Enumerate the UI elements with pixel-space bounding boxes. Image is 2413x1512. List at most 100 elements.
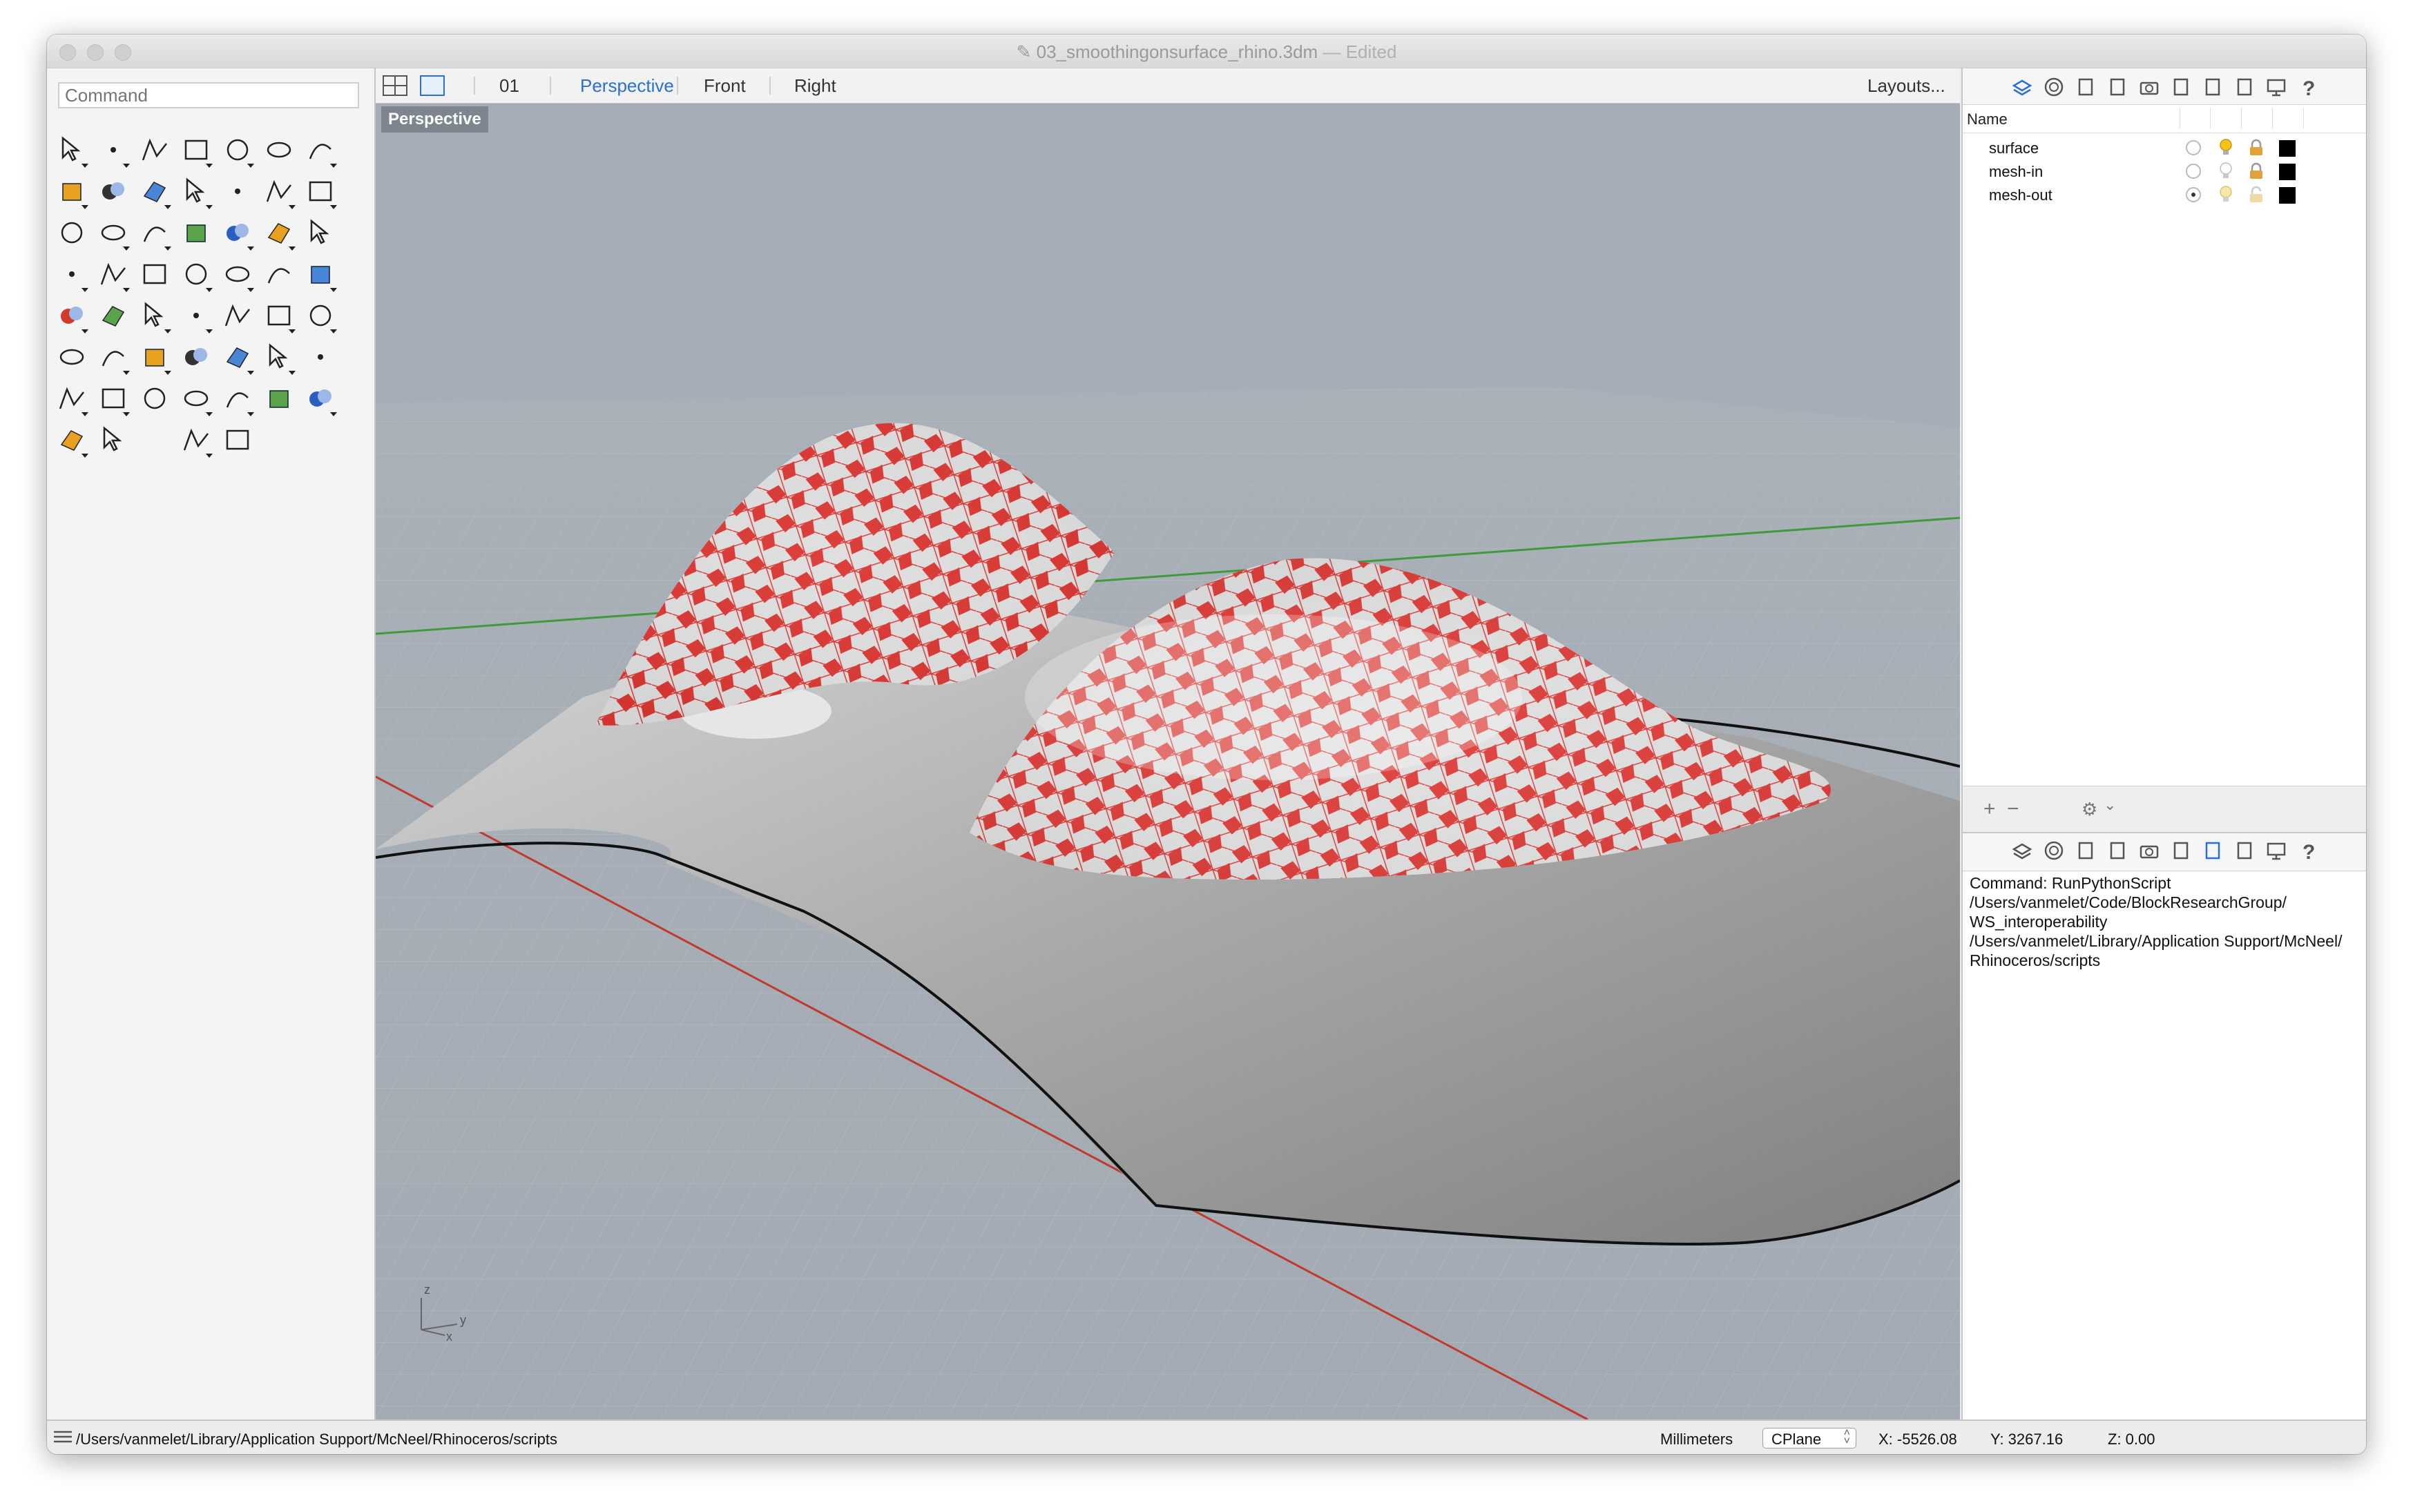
explode-tool[interactable] [134, 213, 175, 255]
mirror-tool[interactable] [300, 255, 341, 296]
fillet-tool[interactable] [134, 172, 175, 213]
material-tool[interactable] [217, 379, 258, 420]
point-cloud-tool[interactable] [51, 255, 93, 296]
layout-grid-tool[interactable] [51, 379, 93, 420]
notes-icon[interactable] [2199, 73, 2227, 101]
layer-row-mesh-out[interactable]: mesh-out [1963, 184, 2366, 207]
object-box-icon[interactable] [2104, 837, 2131, 864]
lock-tool[interactable] [175, 379, 217, 420]
arc-tool[interactable] [300, 130, 341, 172]
zoom-selected-tool[interactable] [134, 338, 175, 379]
grid-snap-tool[interactable] [93, 296, 134, 338]
tab-right[interactable]: Right [794, 75, 836, 97]
curve-offset-tool[interactable] [93, 255, 134, 296]
monitor-icon[interactable] [2262, 837, 2290, 864]
monitor-icon[interactable] [2262, 73, 2290, 101]
perspective-viewport[interactable]: Perspective z y x [376, 104, 1960, 1419]
rotate-view-tool[interactable] [258, 338, 300, 379]
analyze-tool[interactable] [217, 296, 258, 338]
color-wheel-tool[interactable] [258, 379, 300, 420]
menu-lines-icon[interactable] [52, 1429, 73, 1448]
properties-icon[interactable] [2040, 73, 2068, 101]
select-arrow-tool[interactable] [51, 130, 93, 172]
document-icon[interactable] [2072, 73, 2099, 101]
unlock-icon[interactable] [2248, 186, 2265, 208]
boolean-tool[interactable] [300, 296, 341, 338]
command-input[interactable] [58, 82, 359, 108]
layer-color-swatch[interactable] [2279, 140, 2296, 157]
extrude-surface-tool[interactable] [217, 172, 258, 213]
globe-tool[interactable] [51, 420, 93, 462]
extend-tool[interactable] [175, 213, 217, 255]
polygon-tool[interactable] [93, 172, 134, 213]
pen-dim-tool[interactable] [175, 420, 217, 462]
layouts-button[interactable]: Layouts... [1867, 75, 1945, 97]
render-sphere-tool[interactable] [93, 420, 134, 462]
check-tool[interactable] [258, 296, 300, 338]
light-bulb-on-icon[interactable] [2217, 138, 2235, 162]
sphere-wire-tool[interactable] [300, 379, 341, 420]
cplane-tool[interactable] [93, 379, 134, 420]
trim-tool[interactable] [217, 213, 258, 255]
lights-icon[interactable] [2167, 837, 2195, 864]
boolean-difference-tool[interactable] [300, 213, 341, 255]
render-box-tool[interactable] [51, 296, 93, 338]
chevron-down-icon[interactable]: ⌄ [2104, 796, 2116, 814]
rectangle-tool[interactable] [51, 172, 93, 213]
cylinder-tool[interactable] [51, 213, 93, 255]
curve-tool[interactable] [175, 130, 217, 172]
rebuild-tool[interactable] [134, 255, 175, 296]
text-tool[interactable] [175, 255, 217, 296]
help-icon[interactable]: ? [2294, 837, 2322, 864]
help-icon[interactable]: ? [2294, 73, 2322, 101]
current-layer-radio[interactable] [2186, 140, 2201, 155]
box-solid-tool[interactable] [258, 172, 300, 213]
tab-front[interactable]: Front [704, 75, 746, 97]
layer-color-swatch[interactable] [2279, 164, 2296, 180]
single-viewport-icon[interactable] [420, 75, 445, 101]
light-bulb-dim-icon[interactable] [2217, 185, 2235, 209]
layers-icon[interactable] [2008, 837, 2036, 864]
remove-layer-button[interactable]: − [2007, 797, 2019, 821]
document-icon[interactable] [2072, 837, 2099, 864]
tab-perspective[interactable]: Perspective [580, 75, 674, 97]
layer-row-mesh-in[interactable]: mesh-in [1963, 160, 2366, 184]
lock-icon[interactable] [2248, 162, 2265, 184]
polyline-tool[interactable] [134, 130, 175, 172]
align-tool[interactable] [175, 296, 217, 338]
camera-icon[interactable] [2135, 837, 2163, 864]
layers-icon[interactable] [2008, 73, 2036, 101]
zoom-tool[interactable] [93, 338, 134, 379]
surface-patch-tool[interactable] [93, 213, 134, 255]
ellipse-tool[interactable] [258, 130, 300, 172]
circle-tool[interactable] [217, 130, 258, 172]
camera-icon[interactable] [2135, 73, 2163, 101]
paint-bucket-tool[interactable] [51, 338, 93, 379]
scale-tool[interactable] [217, 255, 258, 296]
split-tool[interactable] [258, 213, 300, 255]
layer-row-surface[interactable]: surface [1963, 137, 2366, 160]
zoom-window-tool[interactable] [217, 338, 258, 379]
light-bulb-off-icon[interactable] [2217, 162, 2235, 185]
layer-color-swatch[interactable] [2279, 187, 2296, 204]
layers-name-column[interactable]: Name [1967, 110, 2008, 128]
light-bulb-tool[interactable] [134, 379, 175, 420]
zoom-extents-tool[interactable] [175, 338, 217, 379]
four-viewports-icon[interactable] [383, 75, 407, 101]
point-tool[interactable] [93, 130, 134, 172]
lights-icon[interactable] [2167, 73, 2195, 101]
dimension-tool[interactable] [217, 420, 258, 462]
viewport-label[interactable]: Perspective [381, 106, 488, 133]
display-icon[interactable] [2231, 837, 2258, 864]
tab-01[interactable]: 01 [499, 75, 519, 97]
boolean-union-tool[interactable] [300, 172, 341, 213]
properties-icon[interactable] [2040, 837, 2068, 864]
cplane-select[interactable]: CPlane ˄ ˅ [1762, 1428, 1856, 1448]
array-tool[interactable] [258, 255, 300, 296]
array-grid-tool[interactable] [134, 296, 175, 338]
add-layer-button[interactable]: + [1983, 797, 1996, 821]
display-icon[interactable] [2231, 73, 2258, 101]
object-box-icon[interactable] [2104, 73, 2131, 101]
units-label[interactable]: Millimeters [1660, 1431, 1733, 1448]
notes-icon[interactable] [2199, 837, 2227, 864]
